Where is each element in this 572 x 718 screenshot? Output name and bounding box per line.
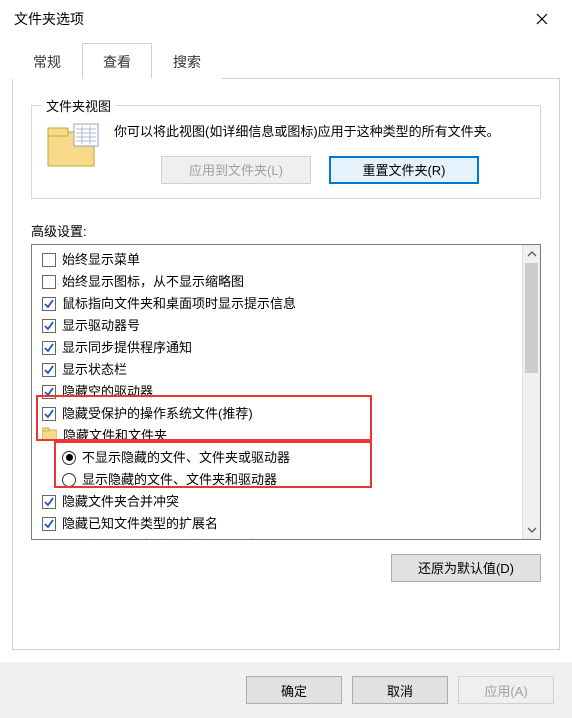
tree-item[interactable]: 隐藏受保护的操作系统文件(推荐) bbox=[34, 403, 520, 425]
checkbox-icon bbox=[42, 407, 56, 421]
tree-item[interactable]: 用彩色显示加密或压缩的 NTFS 文件 bbox=[34, 535, 520, 539]
tree-item[interactable]: 隐藏已知文件类型的扩展名 bbox=[34, 513, 520, 535]
checkbox-icon bbox=[42, 385, 56, 399]
folder-views-icon bbox=[46, 122, 100, 170]
tree-item-label: 隐藏空的驱动器 bbox=[62, 382, 153, 402]
client-area: 常规 查看 搜索 文件夹视图 你可以将此视图(如详细信息或图 bbox=[0, 36, 572, 662]
checkbox-icon bbox=[42, 341, 56, 355]
chevron-up-icon bbox=[527, 251, 537, 257]
tree-item-label: 始终显示图标，从不显示缩略图 bbox=[62, 272, 244, 292]
restore-defaults-button[interactable]: 还原为默认值(D) bbox=[391, 554, 541, 582]
tree-item[interactable]: 显示隐藏的文件、文件夹和驱动器 bbox=[34, 469, 520, 491]
tree-item-label: 不显示隐藏的文件、文件夹或驱动器 bbox=[82, 448, 290, 468]
group-description: 你可以将此视图(如详细信息或图标)应用于这种类型的所有文件夹。 bbox=[114, 122, 526, 142]
close-icon bbox=[536, 13, 548, 25]
dialog-footer: 确定 取消 应用(A) bbox=[0, 662, 572, 718]
checkbox-icon bbox=[42, 297, 56, 311]
apply-button: 应用(A) bbox=[458, 676, 554, 704]
cancel-button[interactable]: 取消 bbox=[352, 676, 448, 704]
scrollbar[interactable] bbox=[522, 245, 540, 539]
reset-folders-button[interactable]: 重置文件夹(R) bbox=[329, 156, 479, 184]
tree-item[interactable]: 显示状态栏 bbox=[34, 359, 520, 381]
tree-item-label: 显示隐藏的文件、文件夹和驱动器 bbox=[82, 470, 277, 490]
tab-general[interactable]: 常规 bbox=[12, 43, 82, 79]
folder-views-group: 文件夹视图 你可以将此视图(如详细信息或图标)应用于这种类型的所有文件夹。 bbox=[31, 105, 541, 199]
tree-item-label: 显示同步提供程序通知 bbox=[62, 338, 192, 358]
checkbox-icon bbox=[42, 253, 56, 267]
tree-item[interactable]: 隐藏空的驱动器 bbox=[34, 381, 520, 403]
checkbox-icon bbox=[42, 517, 56, 531]
tree-item-label: 显示状态栏 bbox=[62, 360, 127, 380]
advanced-settings-tree: 始终显示菜单始终显示图标，从不显示缩略图鼠标指向文件夹和桌面项时显示提示信息显示… bbox=[31, 244, 541, 540]
checkbox-icon bbox=[42, 495, 56, 509]
tree-item-label: 隐藏文件和文件夹 bbox=[63, 426, 167, 446]
tab-strip: 常规 查看 搜索 bbox=[12, 42, 560, 79]
tree-item[interactable]: 显示驱动器号 bbox=[34, 315, 520, 337]
checkbox-icon bbox=[42, 275, 56, 289]
folder-icon bbox=[42, 426, 57, 446]
tree-item[interactable]: 始终显示图标，从不显示缩略图 bbox=[34, 271, 520, 293]
tab-view[interactable]: 查看 bbox=[82, 43, 152, 79]
tree-item[interactable]: 隐藏文件和文件夹 bbox=[34, 425, 520, 447]
tree-item-label: 用彩色显示加密或压缩的 NTFS 文件 bbox=[62, 536, 272, 539]
tree-item-label: 鼠标指向文件夹和桌面项时显示提示信息 bbox=[62, 294, 296, 314]
tree-item-label: 始终显示菜单 bbox=[62, 250, 140, 270]
tree-item[interactable]: 不显示隐藏的文件、文件夹或驱动器 bbox=[34, 447, 520, 469]
apply-to-folders-button: 应用到文件夹(L) bbox=[161, 156, 311, 184]
chevron-down-icon bbox=[527, 527, 537, 533]
radio-icon bbox=[62, 473, 76, 487]
tree-item[interactable]: 隐藏文件夹合并冲突 bbox=[34, 491, 520, 513]
tree-item-label: 显示驱动器号 bbox=[62, 316, 140, 336]
tree-item-label: 隐藏已知文件类型的扩展名 bbox=[62, 514, 218, 534]
advanced-settings-label: 高级设置: bbox=[31, 221, 541, 240]
tree-item[interactable]: 鼠标指向文件夹和桌面项时显示提示信息 bbox=[34, 293, 520, 315]
group-label: 文件夹视图 bbox=[42, 96, 115, 115]
titlebar: 文件夹选项 bbox=[0, 0, 572, 36]
tab-search[interactable]: 搜索 bbox=[152, 43, 222, 79]
folder-options-window: 文件夹选项 常规 查看 搜索 文件夹视图 bbox=[0, 0, 572, 718]
radio-icon bbox=[62, 451, 76, 465]
tree-item[interactable]: 始终显示菜单 bbox=[34, 249, 520, 271]
tree-item[interactable]: 显示同步提供程序通知 bbox=[34, 337, 520, 359]
tree-item-label: 隐藏文件夹合并冲突 bbox=[62, 492, 179, 512]
window-title: 文件夹选项 bbox=[14, 9, 84, 29]
checkbox-icon bbox=[42, 363, 56, 377]
scroll-down-button[interactable] bbox=[523, 521, 540, 539]
close-button[interactable] bbox=[522, 5, 562, 33]
scroll-thumb[interactable] bbox=[525, 263, 538, 373]
tree-item-label: 隐藏受保护的操作系统文件(推荐) bbox=[62, 404, 253, 424]
scroll-up-button[interactable] bbox=[523, 245, 540, 263]
scroll-track[interactable] bbox=[523, 263, 540, 521]
checkbox-icon bbox=[42, 319, 56, 333]
tree-viewport: 始终显示菜单始终显示图标，从不显示缩略图鼠标指向文件夹和桌面项时显示提示信息显示… bbox=[32, 245, 522, 539]
ok-button[interactable]: 确定 bbox=[246, 676, 342, 704]
tab-page-view: 文件夹视图 你可以将此视图(如详细信息或图标)应用于这种类型的所有文件夹。 bbox=[12, 79, 560, 650]
